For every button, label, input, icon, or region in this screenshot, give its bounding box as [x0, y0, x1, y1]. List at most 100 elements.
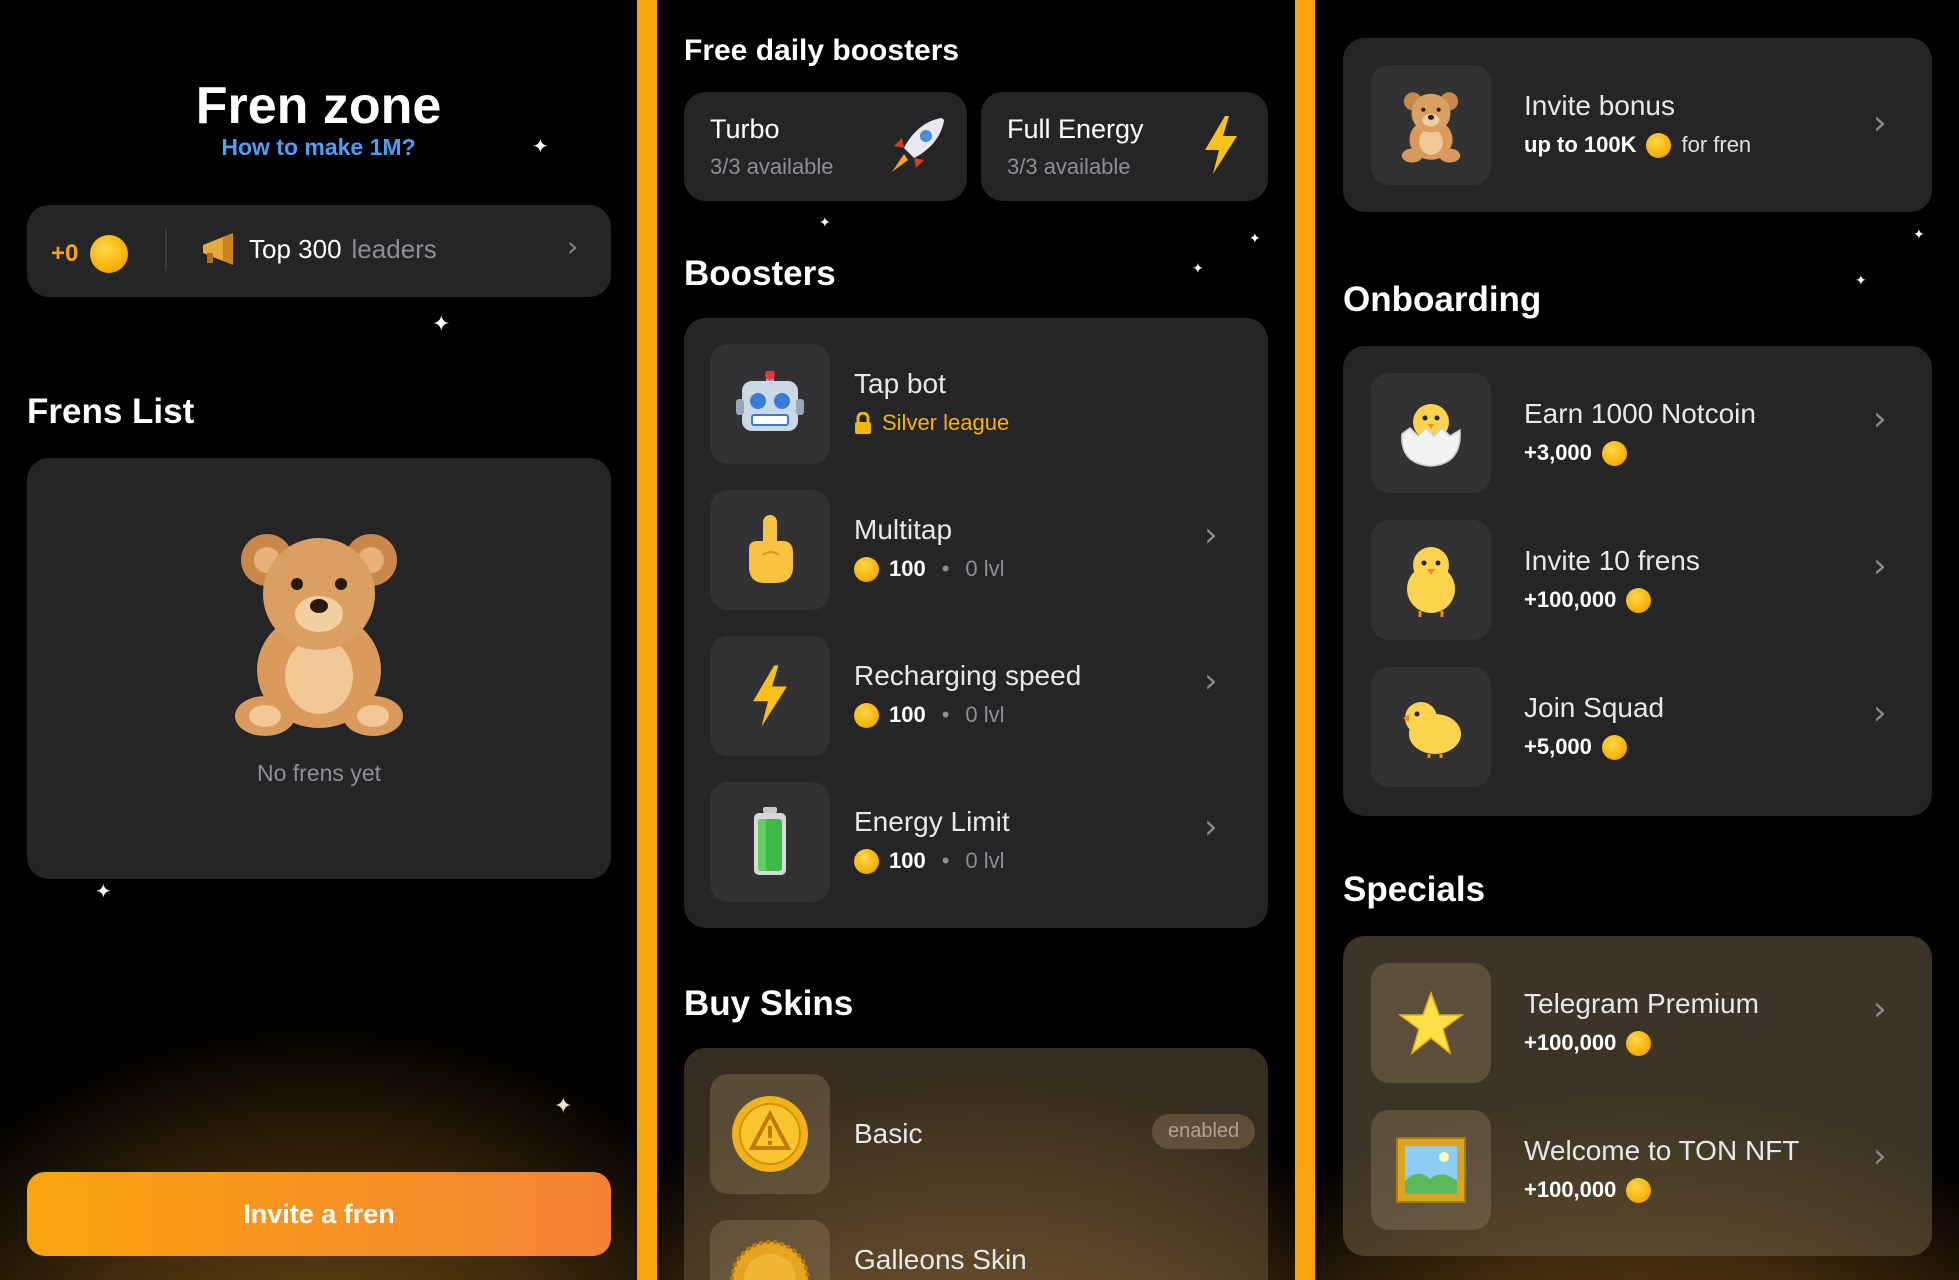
chevron-right-icon: ›: [1873, 546, 1887, 586]
icon-box: [1371, 373, 1491, 493]
booster-name: Turbo: [710, 114, 780, 144]
leaders-link: Top 300 leaders: [199, 231, 437, 267]
balance-block: +0: [51, 235, 129, 273]
invite-bonus-row: Invite bonus up to 100K for fren ›: [1343, 38, 1932, 212]
sparkle-icon: ✦: [1855, 273, 1867, 289]
skin-name: Basic: [854, 1118, 923, 1149]
chevron-right-icon: ›: [1873, 693, 1887, 733]
task-reward-value: +100,000: [1524, 1177, 1617, 1202]
booster-price: 100: [889, 556, 926, 581]
pointing-finger-icon: [749, 515, 793, 583]
page-title: Fren zone: [195, 77, 442, 135]
task-item-join-squad[interactable]: Join Squad +5,000 ›: [1343, 640, 1932, 787]
chevron-right-icon: ›: [567, 230, 579, 263]
booster-item-tap-bot[interactable]: Tap bot Silver league: [684, 318, 1268, 464]
coin-icon: [1626, 1177, 1652, 1203]
separator-dot: •: [941, 702, 950, 727]
task-reward-value: +100,000: [1524, 587, 1617, 612]
teddy-bear-icon: [235, 534, 403, 736]
icon-box: [1371, 667, 1491, 787]
frens-list-empty-card: No frens yet: [27, 458, 611, 879]
booster-level: 0 lvl: [965, 556, 1005, 581]
boosters-list: Tap bot Silver league Multitap 100 • 0 l…: [684, 318, 1268, 928]
task-item-earn-notcoin[interactable]: Earn 1000 Notcoin +3,000 ›: [1343, 346, 1932, 493]
chevron-right-icon: ›: [1204, 661, 1218, 701]
booster-name: Energy Limit: [854, 806, 1010, 837]
full-energy-booster-card[interactable]: Full Energy 3/3 available: [981, 92, 1268, 201]
leaders-bar[interactable]: +0 Top 300 leaders ›: [27, 205, 611, 297]
fren-zone-screen: Fren zone How to make 1M? ✦ +0 Top 300 l…: [0, 0, 637, 1280]
turbo-booster-card[interactable]: Turbo 3/3 available: [684, 92, 967, 201]
boosters-title: Boosters: [684, 254, 836, 293]
lightning-icon: [1205, 116, 1237, 174]
locked-league: Silver league: [882, 410, 1010, 435]
booster-availability: 3/3 available: [1007, 154, 1131, 179]
task-title: Welcome to TON NFT: [1524, 1135, 1800, 1166]
rocket-icon: [892, 118, 944, 172]
skin-status-badge: enabled: [1152, 1114, 1256, 1149]
icon-box: [710, 490, 830, 610]
booster-price: 100: [889, 848, 926, 873]
task-reward: +5,000: [1524, 734, 1627, 760]
lightning-icon: [753, 665, 787, 727]
coin-icon: [1646, 132, 1672, 158]
icon-box: [710, 344, 830, 464]
basic-coin-icon: [732, 1096, 808, 1172]
battery-icon: [754, 807, 786, 875]
sparkle-icon: ✦: [95, 879, 112, 903]
coin-icon: [1601, 734, 1627, 760]
booster-item-multitap[interactable]: Multitap 100 • 0 lvl ›: [684, 464, 1268, 610]
invite-bonus-card[interactable]: Invite bonus up to 100K for fren ›: [1343, 38, 1932, 212]
task-reward: +100,000: [1524, 1030, 1652, 1056]
task-item-invite-frens[interactable]: Invite 10 frens +100,000 ›: [1343, 493, 1932, 640]
frens-list-title: Frens List: [27, 392, 195, 431]
empty-state-text: No frens yet: [257, 760, 381, 786]
divider: [165, 229, 167, 271]
locked-badge: Silver league: [854, 410, 1009, 436]
chevron-right-icon: ›: [1873, 399, 1887, 439]
coin-icon: [90, 235, 129, 273]
sparkle-icon: ✦: [554, 1094, 573, 1119]
task-reward: +3,000: [1524, 440, 1627, 466]
free-boosters-title: Free daily boosters: [684, 34, 960, 67]
task-title: Invite 10 frens: [1524, 545, 1700, 576]
task-reward-value: +5,000: [1524, 734, 1592, 759]
tasks-screen: Invite bonus up to 100K for fren › ✦ ✦ O…: [1315, 0, 1959, 1280]
coin-icon: [1626, 1030, 1652, 1056]
skin-item-galleons[interactable]: Galleons Skin: [684, 1194, 1268, 1280]
hatching-chick-icon: [1401, 404, 1461, 467]
specials-title: Specials: [1343, 870, 1486, 909]
leaders-prefix: Top 300: [249, 233, 342, 264]
task-reward: +100,000: [1524, 587, 1652, 613]
booster-item-recharging-speed[interactable]: Recharging speed 100 • 0 lvl ›: [684, 610, 1268, 756]
onboarding-list: Earn 1000 Notcoin +3,000 › Invite 10 fre…: [1343, 346, 1932, 816]
booster-price: 100: [889, 702, 926, 727]
booster-level: 0 lvl: [965, 848, 1005, 873]
chevron-right-icon: ›: [1204, 515, 1218, 555]
booster-name: Multitap: [854, 514, 953, 545]
invite-fren-button[interactable]: Invite a fren: [27, 1172, 611, 1256]
invite-bonus-detail: up to 100K for fren: [1524, 132, 1751, 158]
sparkle-icon: ✦: [819, 215, 831, 231]
coin-icon: [854, 702, 879, 728]
balance-value: +0: [51, 240, 79, 267]
booster-name: Full Energy: [1007, 114, 1144, 144]
skins-list: Basic enabled Galleons Skin: [684, 1048, 1268, 1280]
coin-icon: [1626, 587, 1652, 613]
baby-chick-icon: [1403, 702, 1461, 758]
icon-box: [1371, 1110, 1491, 1230]
task-item-telegram-premium[interactable]: Telegram Premium +100,000 ›: [1343, 936, 1932, 1083]
icon-box: [710, 782, 830, 902]
chick-front-icon: [1407, 547, 1455, 617]
sparkle-icon: ✦: [1192, 261, 1204, 277]
coin-icon: [854, 848, 879, 874]
booster-price-row: 100 • 0 lvl: [854, 702, 1005, 728]
buy-skins-title: Buy Skins: [684, 984, 854, 1023]
skin-item-basic[interactable]: Basic enabled: [684, 1048, 1268, 1194]
star-icon: [1398, 991, 1464, 1055]
booster-item-energy-limit[interactable]: Energy Limit 100 • 0 lvl ›: [684, 756, 1268, 902]
task-item-ton-nft[interactable]: Welcome to TON NFT +100,000 ›: [1343, 1083, 1932, 1230]
framed-picture-icon: [1396, 1137, 1466, 1203]
task-reward: +100,000: [1524, 1177, 1652, 1203]
specials-list: Telegram Premium +100,000 › Welcome to T…: [1343, 936, 1932, 1256]
